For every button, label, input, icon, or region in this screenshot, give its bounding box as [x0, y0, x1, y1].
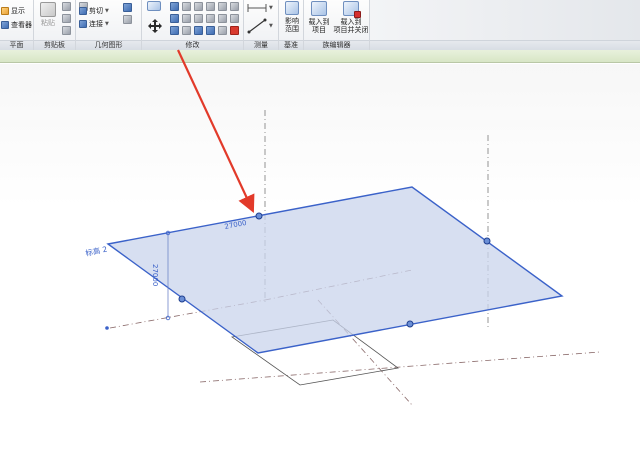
- annotation-arrow: [177, 49, 255, 213]
- shape-handle-top[interactable]: [255, 212, 263, 220]
- dimension-text-side[interactable]: 27000: [151, 264, 159, 286]
- scene-graphics: 标高 2 27000 27000: [84, 49, 601, 406]
- shape-handle-bottom[interactable]: [406, 320, 414, 328]
- level-label[interactable]: 标高 2: [84, 244, 108, 258]
- shape-handle-right[interactable]: [483, 237, 491, 245]
- level-plane-selected[interactable]: [106, 186, 564, 354]
- level-head-marker[interactable]: [105, 326, 109, 330]
- shape-handle-left[interactable]: [178, 295, 186, 303]
